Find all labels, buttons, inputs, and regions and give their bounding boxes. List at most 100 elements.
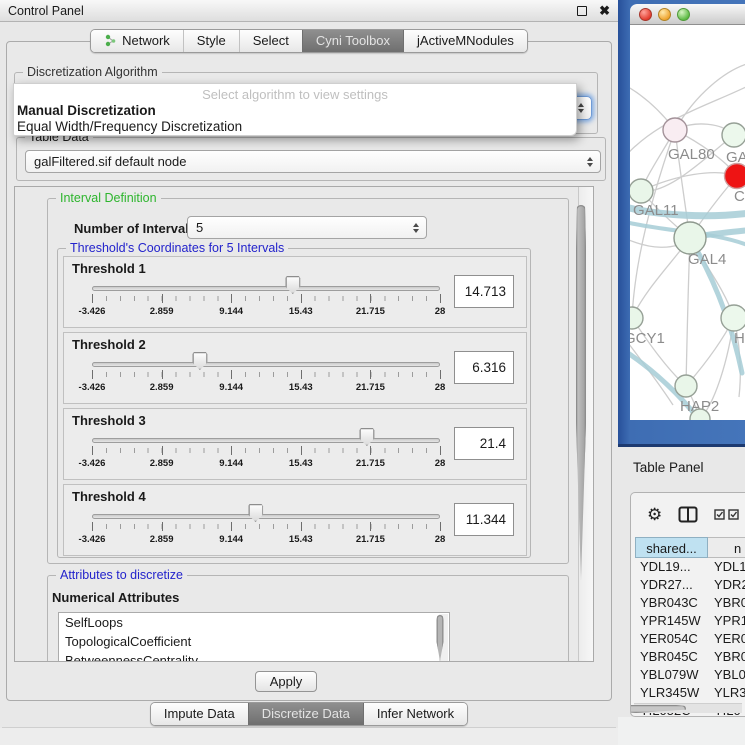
threshold-value-field[interactable]: 6.316 <box>454 351 514 384</box>
network-canvas[interactable]: GAL80GACGAL11GAL4GCY1HHAP2 <box>630 25 745 420</box>
slider-tick-label: 2.859 <box>150 534 174 545</box>
slider-track[interactable] <box>92 286 440 291</box>
float-window-icon[interactable] <box>577 6 587 16</box>
network-node[interactable] <box>675 375 697 397</box>
slider-tick-label: 28 <box>435 306 446 317</box>
table-row[interactable]: YBL079WYBL0 <box>635 666 745 684</box>
table-row[interactable]: YLR345WYLR3 <box>635 684 745 702</box>
cell[interactable]: YER054C <box>635 630 708 648</box>
threshold-slider[interactable]: -3.4262.8599.14415.4321.71528 <box>92 507 440 551</box>
slider-track[interactable] <box>92 514 440 519</box>
cell[interactable]: YDL1 <box>708 558 745 576</box>
threshold-value-field[interactable]: 21.4 <box>454 427 514 460</box>
tab-discretize-data[interactable]: Discretize Data <box>248 703 363 725</box>
vertical-scrollbar[interactable] <box>578 187 593 661</box>
table-row[interactable]: YBR043CYBR0 <box>635 594 745 612</box>
slider-thumb[interactable] <box>359 428 374 446</box>
numerical-attributes-list[interactable]: SelfLoops TopologicalCoefficient Between… <box>58 612 450 662</box>
zoom-traffic-light-icon[interactable] <box>677 8 690 21</box>
slider-tick-label: 21.715 <box>356 382 385 393</box>
network-node[interactable] <box>630 179 653 203</box>
algorithm-dropdown-popup: Select algorithm to view settings Manual… <box>13 83 577 136</box>
network-window-titlebar <box>630 4 745 25</box>
tab-infer-network[interactable]: Infer Network <box>363 703 467 725</box>
list-scrollbar[interactable] <box>439 614 448 662</box>
table-data-combobox[interactable]: galFiltered.sif default node <box>25 150 601 173</box>
threshold-value-field[interactable]: 14.713 <box>454 275 514 308</box>
gear-icon[interactable]: ⚙ <box>647 506 662 523</box>
threshold-slider[interactable]: -3.4262.8599.14415.4321.71528 <box>92 431 440 475</box>
cell[interactable]: YPR1 <box>708 612 745 630</box>
table-row[interactable]: YER054CYER0 <box>635 630 745 648</box>
slider-major-tick <box>440 522 441 531</box>
network-node[interactable] <box>725 164 745 189</box>
list-item[interactable]: BetweennessCentrality <box>59 651 449 662</box>
cell[interactable]: YBL079W <box>635 666 708 684</box>
cell[interactable]: YLR3 <box>708 684 745 702</box>
threshold-panel-3: Threshold 3 -3.4262.8599.14415.4321.7152… <box>63 408 527 480</box>
network-node[interactable] <box>630 307 643 329</box>
slider-thumb[interactable] <box>192 352 207 370</box>
slider-track[interactable] <box>92 362 440 367</box>
network-node-label: H <box>734 330 745 347</box>
slider-thumb[interactable] <box>248 504 263 522</box>
split-columns-icon[interactable] <box>678 506 698 523</box>
slider-ticks: -3.4262.8599.14415.4321.71528 <box>92 522 440 548</box>
table-row[interactable]: YPR145WYPR1 <box>635 612 745 630</box>
network-node[interactable] <box>721 305 745 331</box>
table-row[interactable]: YDL19...YDL1 <box>635 558 745 576</box>
slider-major-tick <box>231 446 232 455</box>
table-row[interactable]: YBR045CYBR0 <box>635 648 745 666</box>
scrollbar-thumb[interactable] <box>630 705 686 713</box>
slider-tick-label: 28 <box>435 458 446 469</box>
select-columns-icon[interactable] <box>714 509 739 520</box>
network-node[interactable] <box>722 123 745 147</box>
close-traffic-light-icon[interactable] <box>639 8 652 21</box>
tab-jactivemnodules[interactable]: jActiveMNodules <box>403 30 527 52</box>
cell[interactable]: YBR0 <box>708 594 745 612</box>
close-icon[interactable]: ✖ <box>599 6 610 16</box>
network-node[interactable] <box>674 222 706 254</box>
spinner-arrows-icon <box>587 157 593 167</box>
number-of-intervals-value: 5 <box>196 220 203 235</box>
cell[interactable]: YPR145W <box>635 612 708 630</box>
cell[interactable]: YDR27... <box>635 576 708 594</box>
slider-tick-label: 21.715 <box>356 306 385 317</box>
cell[interactable]: YBR0 <box>708 648 745 666</box>
cell[interactable]: YBR045C <box>635 648 708 666</box>
slider-major-tick <box>92 446 93 455</box>
dropdown-option-manual[interactable]: Manual Discretization <box>14 103 576 119</box>
threshold-slider[interactable]: -3.4262.8599.14415.4321.71528 <box>92 279 440 323</box>
table-row[interactable]: YDR27...YDR2 <box>635 576 745 594</box>
list-item[interactable]: TopologicalCoefficient <box>59 632 449 651</box>
threshold-panel-4: Threshold 4 -3.4262.8599.14415.4321.7152… <box>63 484 527 556</box>
slider-thumb[interactable] <box>285 276 300 294</box>
apply-button[interactable]: Apply <box>255 671 317 692</box>
slider-tick-label: 2.859 <box>150 306 174 317</box>
dropdown-option-equal-width[interactable]: Equal Width/Frequency Discretization <box>14 119 576 135</box>
slider-tick-label: 15.43 <box>289 382 313 393</box>
column-header-shared-name[interactable]: shared... <box>635 537 708 558</box>
tab-cyni-toolbox[interactable]: Cyni Toolbox <box>302 30 403 52</box>
cell[interactable]: YER0 <box>708 630 745 648</box>
slider-track[interactable] <box>92 438 440 443</box>
threshold-value-field[interactable]: 11.344 <box>454 503 514 536</box>
minimize-traffic-light-icon[interactable] <box>658 8 671 21</box>
network-node[interactable] <box>663 118 687 142</box>
scrollbar-thumb[interactable] <box>576 205 586 580</box>
cell[interactable]: YDR2 <box>708 576 745 594</box>
tab-impute-data[interactable]: Impute Data <box>151 703 248 725</box>
number-of-intervals-combobox[interactable]: 5 <box>187 216 427 239</box>
tab-network[interactable]: Network <box>91 30 183 52</box>
list-item[interactable]: SelfLoops <box>59 613 449 632</box>
cell[interactable]: YLR345W <box>635 684 708 702</box>
cell[interactable]: YBL0 <box>708 666 745 684</box>
horizontal-scrollbar[interactable] <box>634 703 742 713</box>
threshold-slider[interactable]: -3.4262.8599.14415.4321.71528 <box>92 355 440 399</box>
tab-style[interactable]: Style <box>183 30 239 52</box>
tab-select[interactable]: Select <box>239 30 302 52</box>
column-header-name[interactable]: n <box>708 537 745 558</box>
cell[interactable]: YBR043C <box>635 594 708 612</box>
slider-ticks: -3.4262.8599.14415.4321.71528 <box>92 370 440 396</box>
cell[interactable]: YDL19... <box>635 558 708 576</box>
